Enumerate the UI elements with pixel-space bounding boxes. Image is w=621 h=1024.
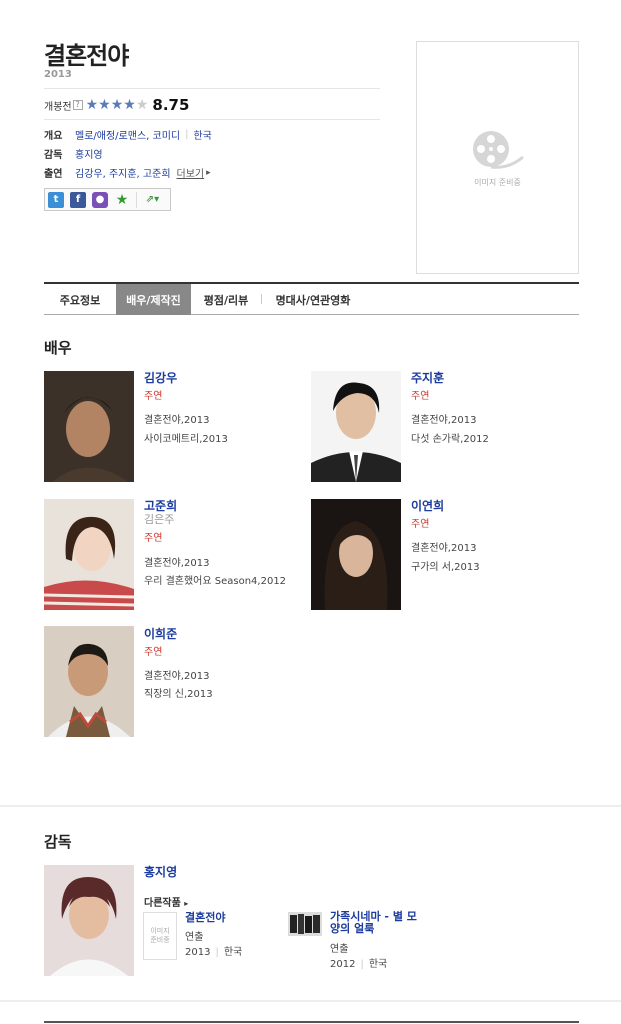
genre-link[interactable]: 멜로/애정/로맨스, 코미디	[75, 127, 180, 142]
info-row-genre: 개요 멜로/애정/로맨스, 코미디 | 한국	[44, 125, 212, 144]
actor-role: 주연	[411, 391, 430, 402]
actor-work[interactable]: 다섯 손가락,2012	[411, 430, 489, 445]
poster-placeholder: 이미지 준비중	[416, 41, 579, 274]
tab-quotes-related[interactable]: 명대사/연관영화	[262, 284, 364, 315]
rating-label: 개봉전	[44, 101, 72, 113]
bottom-border	[44, 1021, 579, 1023]
half-star-icon: ★	[135, 97, 149, 113]
director-link[interactable]: 홍지영	[75, 146, 103, 161]
work-title[interactable]: 가족시네마 - 별 모양의 얼룩	[330, 911, 420, 935]
cast-links[interactable]: 김강우, 주지훈, 고준희	[75, 165, 171, 180]
share-bar: t f ● ★ ⇗▾	[44, 188, 171, 211]
chevron-right-icon: ▸	[206, 167, 211, 178]
tab-cast-crew[interactable]: 배우/제작진	[116, 284, 191, 315]
work-meta: 2013 | 한국	[185, 943, 242, 958]
actor-real-name: 김은주	[144, 513, 175, 526]
rating-row: 개봉전 ? ★ ★ ★ ★ ★ 8.75	[44, 96, 189, 114]
other-works-label[interactable]: 다른작품 ▸	[144, 894, 188, 909]
actor-work[interactable]: 구가의 서,2013	[411, 558, 480, 573]
work-year: 2012	[330, 959, 356, 970]
work-meta: 2012 | 한국	[330, 955, 387, 970]
divider	[44, 88, 380, 89]
actor-name[interactable]: 이연희	[411, 497, 444, 514]
help-icon[interactable]: ?	[72, 100, 83, 110]
info-row-cast: 출연 김강우, 주지훈, 고준희 더보기 ▸	[44, 163, 212, 182]
separator: |	[185, 129, 189, 140]
actor-name[interactable]: 김강우	[144, 369, 177, 386]
info-key: 출연	[44, 169, 63, 180]
actor-photo[interactable]	[44, 499, 134, 610]
actor-role: 주연	[144, 533, 163, 544]
actor-work[interactable]: 우리 결혼했어요 Season4,2012	[144, 572, 286, 587]
info-key: 개요	[44, 131, 63, 142]
separator: |	[215, 947, 219, 958]
work-role: 연출	[185, 932, 204, 943]
tab-bar: 주요정보 배우/제작진 평점/리뷰 명대사/연관영화	[44, 282, 579, 315]
tab-main-info[interactable]: 주요정보	[44, 284, 116, 315]
section-divider	[0, 1000, 621, 1002]
info-key: 감독	[44, 150, 63, 161]
actor-photo[interactable]	[44, 371, 134, 482]
star-icon: ★	[85, 97, 99, 113]
other-works-text: 다른작품	[144, 898, 181, 909]
actor-photo[interactable]	[44, 626, 134, 737]
tab-reviews[interactable]: 평점/리뷰	[191, 284, 261, 315]
actor-work[interactable]: 사이코메트리,2013	[144, 430, 228, 445]
star-icon: ★	[98, 97, 111, 113]
divider	[44, 119, 380, 120]
work-title[interactable]: 결혼전야	[185, 912, 225, 924]
country-link[interactable]: 한국	[193, 127, 211, 142]
actor-role: 주연	[144, 647, 163, 658]
actor-role: 주연	[144, 391, 163, 402]
work-year: 2013	[185, 947, 211, 958]
poster-caption: 이미지 준비중	[474, 178, 521, 187]
actor-work[interactable]: 결혼전야,2013	[144, 554, 209, 569]
release-year: 2013	[44, 69, 72, 80]
star-icon[interactable]: ★	[114, 192, 130, 208]
actor-work[interactable]: 결혼전야,2013	[144, 667, 209, 682]
actor-work[interactable]: 결혼전야,2013	[411, 411, 476, 426]
section-divider	[0, 805, 621, 807]
work-poster-placeholder[interactable]: 이미지 준비중	[143, 912, 177, 960]
cast-more-link[interactable]: 더보기	[177, 165, 205, 180]
actor-work[interactable]: 결혼전야,2013	[411, 539, 476, 554]
share-icon[interactable]: ⇗▾	[136, 191, 164, 208]
director-section-title: 감독	[44, 833, 72, 851]
separator: |	[360, 959, 364, 970]
star-icon: ★	[110, 97, 124, 113]
director-name[interactable]: 홍지영	[144, 863, 177, 880]
film-reel-icon	[472, 131, 524, 169]
actor-work[interactable]: 직장의 신,2013	[144, 685, 213, 700]
page-title: 결혼전야	[44, 42, 129, 70]
chevron-right-icon: ▸	[184, 899, 189, 908]
info-row-director: 감독 홍지영	[44, 144, 212, 163]
actors-section-title: 배우	[44, 339, 72, 357]
star-rating: ★ ★ ★ ★ ★	[86, 98, 149, 112]
actor-photo[interactable]	[311, 499, 401, 610]
actor-work[interactable]: 결혼전야,2013	[144, 411, 209, 426]
work-role: 연출	[330, 944, 349, 955]
actor-name[interactable]: 이희준	[144, 625, 177, 642]
rating-score: 8.75	[152, 96, 190, 114]
movie-info: 개요 멜로/애정/로맨스, 코미디 | 한국 감독 홍지영 출연 김강우, 주지…	[44, 125, 212, 182]
facebook-icon[interactable]: f	[70, 191, 86, 208]
work-country: 한국	[223, 947, 243, 958]
actor-photo[interactable]	[311, 371, 401, 482]
director-photo[interactable]	[44, 865, 134, 976]
work-country: 한국	[368, 959, 388, 970]
me2day-icon[interactable]: ●	[92, 191, 108, 208]
star-icon: ★	[123, 97, 136, 113]
actor-name[interactable]: 주지훈	[411, 369, 444, 386]
work-poster[interactable]	[288, 912, 322, 936]
actor-role: 주연	[411, 519, 430, 530]
twitter-icon[interactable]: t	[48, 191, 64, 208]
